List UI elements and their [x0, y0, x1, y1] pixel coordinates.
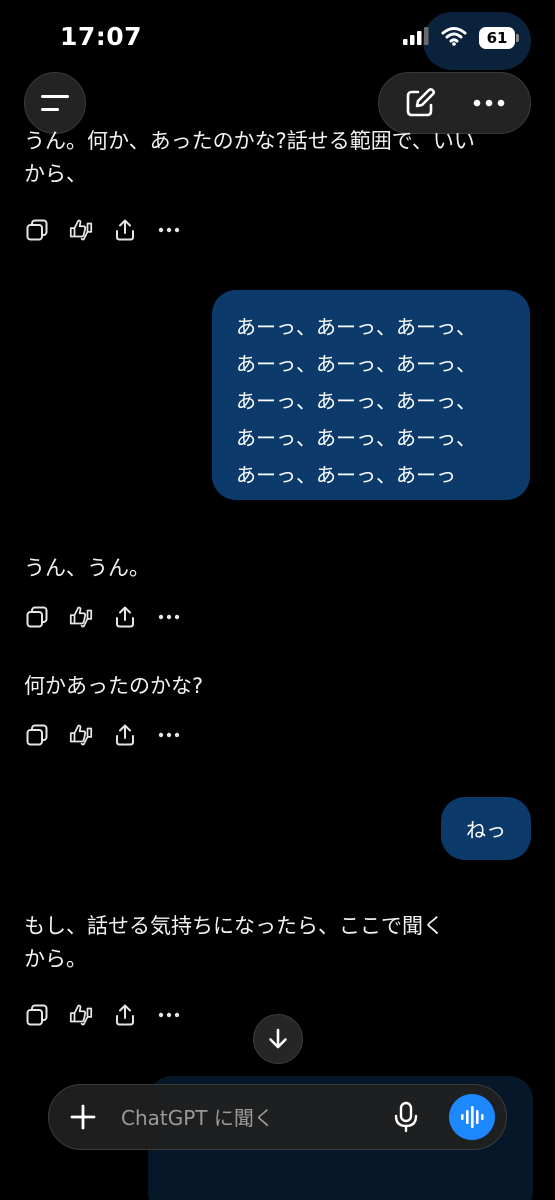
assistant-message-line: 何かあったのかな?	[24, 674, 204, 698]
user-message-line: あーっ、あーっ、あーっ、	[236, 352, 476, 376]
new-chat-button[interactable]	[390, 73, 450, 133]
message-actions	[24, 1002, 182, 1028]
copy-icon	[26, 606, 48, 628]
assistant-message-line: うん、うん。	[24, 556, 150, 580]
scroll-to-bottom-button[interactable]	[253, 1014, 303, 1064]
cellular-icon	[403, 27, 429, 49]
message-actions	[24, 604, 182, 630]
more-icon	[158, 614, 180, 620]
share-icon	[116, 1004, 134, 1026]
message-input[interactable]	[119, 1095, 383, 1141]
user-message-line: ねっ	[466, 818, 506, 842]
user-message: ねっ	[441, 797, 531, 860]
share-button[interactable]	[112, 604, 138, 630]
mic-icon	[394, 1101, 418, 1133]
feedback-button[interactable]	[68, 722, 94, 748]
assistant-message: うん、うん。	[24, 552, 524, 585]
assistant-message-line: から。	[24, 947, 87, 971]
attach-button[interactable]	[67, 1101, 99, 1133]
user-message-line: あーっ、あーっ、あーっ、	[236, 389, 476, 413]
assistant-message-line: もし、話せる気持ちになったら、ここで聞く	[24, 914, 444, 938]
more-icon	[158, 227, 180, 233]
assistant-message: うん。何か、あったのかな?話せる範囲で、いい から、	[24, 125, 524, 191]
composer	[48, 1084, 507, 1150]
message-more-button[interactable]	[156, 722, 182, 748]
feedback-icon	[69, 724, 93, 746]
new-chat-icon	[406, 88, 435, 117]
user-message-line: あーっ、あーっ、あーっ	[236, 463, 456, 487]
share-icon	[116, 219, 134, 241]
share-icon	[116, 724, 134, 746]
copy-icon	[26, 219, 48, 241]
more-icon	[158, 732, 180, 738]
status-time: 17:07	[60, 22, 143, 51]
feedback-button[interactable]	[68, 217, 94, 243]
wifi-icon	[441, 26, 467, 50]
more-icon	[473, 99, 505, 107]
message-actions	[24, 217, 182, 243]
status-bar: 17:07 61	[0, 0, 555, 70]
user-message-line: あーっ、あーっ、あーっ、	[236, 426, 476, 450]
dictation-button[interactable]	[389, 1100, 423, 1134]
chat-screen: 17:07 61 うん。何か、あったのかな?話せる範囲で、いい から、 あーっ、…	[0, 0, 555, 1200]
share-button[interactable]	[112, 217, 138, 243]
more-icon	[158, 1012, 180, 1018]
assistant-message-line: から、	[24, 162, 87, 186]
assistant-message: もし、話せる気持ちになったら、ここで聞く から。	[24, 910, 524, 976]
feedback-icon	[69, 1004, 93, 1026]
message-more-button[interactable]	[156, 604, 182, 630]
message-more-button[interactable]	[156, 1002, 182, 1028]
feedback-icon	[69, 606, 93, 628]
copy-button[interactable]	[24, 722, 50, 748]
arrow-down-icon	[269, 1028, 287, 1049]
feedback-icon	[69, 219, 93, 241]
voice-mode-button[interactable]	[449, 1094, 495, 1140]
status-icons: 61	[403, 26, 519, 50]
share-button[interactable]	[112, 1002, 138, 1028]
share-button[interactable]	[112, 722, 138, 748]
message-actions	[24, 722, 182, 748]
copy-icon	[26, 724, 48, 746]
more-options-button[interactable]	[459, 73, 519, 133]
battery-icon: 61	[479, 27, 519, 49]
assistant-message: 何かあったのかな?	[24, 670, 524, 703]
copy-button[interactable]	[24, 217, 50, 243]
plus-icon	[70, 1104, 96, 1130]
share-icon	[116, 606, 134, 628]
user-message: あーっ、あーっ、あーっ、 あーっ、あーっ、あーっ、 あーっ、あーっ、あーっ、 あ…	[212, 290, 530, 500]
copy-button[interactable]	[24, 604, 50, 630]
user-message-line: あーっ、あーっ、あーっ、	[236, 315, 476, 339]
copy-icon	[26, 1004, 48, 1026]
message-more-button[interactable]	[156, 217, 182, 243]
voice-mode-icon	[461, 1106, 484, 1128]
copy-button[interactable]	[24, 1002, 50, 1028]
feedback-button[interactable]	[68, 604, 94, 630]
menu-icon	[41, 95, 69, 111]
feedback-button[interactable]	[68, 1002, 94, 1028]
assistant-message-line: うん。何か、あったのかな?話せる範囲で、いい	[24, 129, 475, 153]
